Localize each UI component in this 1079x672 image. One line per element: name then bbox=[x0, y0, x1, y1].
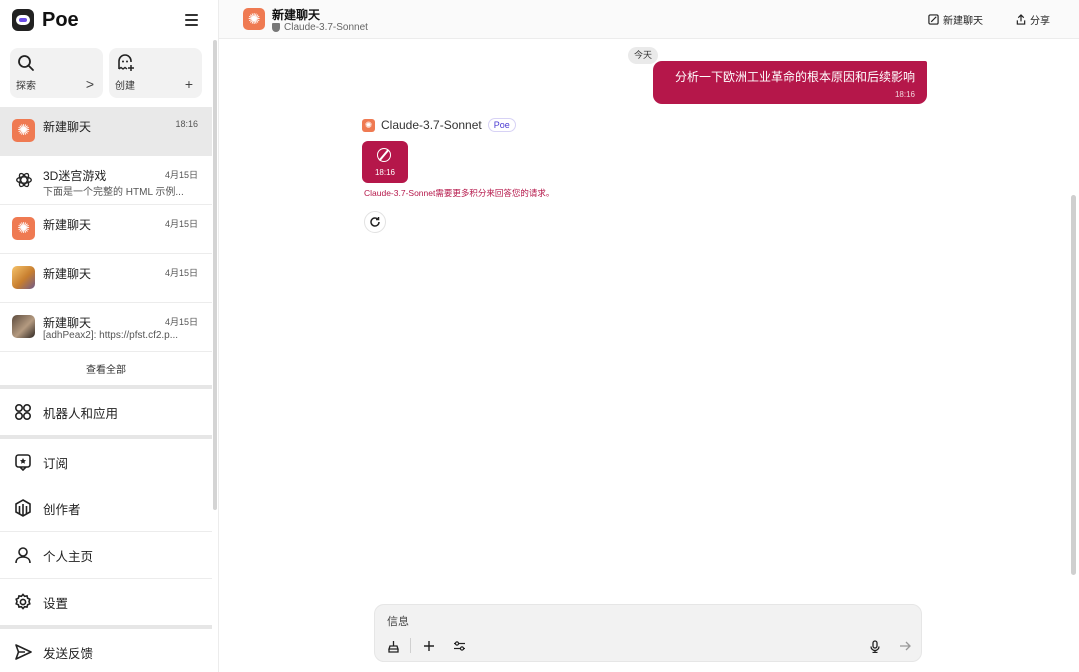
divider bbox=[218, 0, 219, 672]
sidebar-scrollbar[interactable] bbox=[213, 40, 217, 510]
menu-profile[interactable]: 个人主页 bbox=[0, 532, 212, 578]
chat-list: ✺ 新建聊天 18:16 3D迷宫游戏 下面是一个完整的 HTML 示例... … bbox=[0, 107, 212, 352]
user-message[interactable]: 分析一下欧洲工业革命的根本原因和后续影响 18:16 bbox=[653, 61, 927, 104]
chat-scrollbar[interactable] bbox=[1071, 195, 1076, 575]
search-icon bbox=[18, 55, 34, 71]
menu-label: 机器人和应用 bbox=[43, 406, 119, 421]
menu-label: 个人主页 bbox=[43, 549, 94, 564]
creators-icon bbox=[14, 499, 32, 517]
app-name: Poe bbox=[42, 8, 79, 31]
user-icon bbox=[14, 546, 32, 564]
retry-button[interactable] bbox=[364, 211, 386, 233]
menu-label: 订阅 bbox=[43, 456, 69, 471]
page-title: 新建聊天 bbox=[272, 8, 321, 22]
message-time: 18:16 bbox=[894, 90, 915, 99]
menu-label: 设置 bbox=[43, 596, 69, 611]
chat-item[interactable]: 3D迷宫游戏 下面是一个完整的 HTML 示例... 4月15日 bbox=[0, 156, 212, 205]
new-chat-label: 新建聊天 bbox=[943, 16, 983, 27]
chat-title: 新建聊天 bbox=[43, 267, 92, 281]
quick-actions: 探索 > 创建 + bbox=[0, 40, 212, 106]
chat-time: 4月15日 bbox=[164, 268, 198, 278]
gear-icon bbox=[14, 593, 32, 611]
see-all-link[interactable]: 查看全部 bbox=[0, 352, 212, 385]
menu-settings[interactable]: 设置 bbox=[0, 579, 212, 625]
chat-time: 4月15日 bbox=[164, 317, 198, 327]
shield-icon bbox=[272, 23, 280, 32]
sidebar: Poe 探索 > 创建 + ✺ 新建聊天 18:16 3D迷宫游戏 下面是一个完… bbox=[0, 0, 212, 672]
menu-label: 发送反馈 bbox=[43, 646, 94, 661]
subscribe-icon bbox=[14, 453, 32, 471]
chat-title: 新建聊天 bbox=[43, 218, 92, 232]
date-divider: 今天 bbox=[628, 47, 659, 64]
menu-bots-apps[interactable]: 机器人和应用 bbox=[0, 389, 212, 435]
chat-preview: [adhPeax2]: https://pfst.cf2.p... bbox=[43, 330, 179, 341]
menu-feedback[interactable]: 发送反馈 bbox=[0, 629, 212, 672]
share-icon bbox=[1016, 14, 1026, 25]
chat-item[interactable]: 新建聊天 4月15日 bbox=[0, 254, 212, 303]
message-input[interactable] bbox=[387, 613, 887, 631]
poe-badge: Poe bbox=[487, 118, 516, 132]
chatgpt-icon bbox=[12, 168, 35, 191]
menu-creators[interactable]: 创作者 bbox=[0, 485, 212, 531]
edit-icon bbox=[928, 14, 939, 25]
message-composer bbox=[374, 604, 922, 662]
share-button[interactable]: 分享 bbox=[1016, 12, 1050, 27]
chat-item[interactable]: 新建聊天 [adhPeax2]: https://pfst.cf2.p... 4… bbox=[0, 303, 212, 352]
send-icon bbox=[14, 643, 32, 661]
create-bot-icon bbox=[118, 54, 134, 71]
clear-context-icon[interactable] bbox=[384, 637, 402, 655]
share-label: 分享 bbox=[1030, 16, 1050, 27]
new-chat-button[interactable]: 新建聊天 bbox=[928, 12, 983, 27]
plus-icon[interactable] bbox=[420, 637, 438, 655]
user-message-text: 分析一下欧洲工业革命的根本原因和后续影响 bbox=[674, 70, 915, 84]
error-text: Claude-3.7-Sonnet需要更多积分来回答您的请求。 bbox=[364, 188, 555, 198]
chat-time: 4月15日 bbox=[164, 219, 198, 229]
menu-label: 创作者 bbox=[43, 502, 81, 517]
plus-icon: + bbox=[184, 76, 193, 92]
bot-header: ✺ Claude-3.7-Sonnet Poe bbox=[362, 118, 516, 132]
microphone-icon[interactable] bbox=[866, 637, 884, 655]
bot-name[interactable]: Claude-3.7-Sonnet bbox=[381, 118, 482, 132]
prohibited-icon bbox=[377, 148, 391, 162]
claude-icon: ✺ bbox=[12, 119, 35, 142]
chat-item[interactable]: ✺ 新建聊天 18:16 bbox=[0, 107, 212, 156]
options-icon[interactable] bbox=[450, 637, 468, 655]
chat-header: ✺ 新建聊天 Claude-3.7-Sonnet 新建聊天 分享 bbox=[219, 0, 1079, 39]
chevron-right-icon: > bbox=[85, 76, 94, 92]
explore-button[interactable]: 探索 > bbox=[10, 48, 103, 98]
send-button-icon[interactable] bbox=[896, 637, 914, 655]
divider bbox=[410, 638, 411, 653]
bot-name-link[interactable]: Claude-3.7-Sonnet bbox=[272, 22, 368, 33]
bot-error-message[interactable]: 18:16 bbox=[362, 141, 408, 183]
logo-row: Poe bbox=[0, 0, 212, 40]
claude-icon: ✺ bbox=[362, 118, 375, 132]
chat-title: 新建聊天 bbox=[43, 120, 92, 134]
claude-icon: ✺ bbox=[12, 217, 35, 240]
create-label: 创建 bbox=[115, 81, 135, 92]
bot-picture-icon bbox=[12, 315, 35, 338]
chat-time: 4月15日 bbox=[164, 170, 198, 180]
menu-subscribe[interactable]: 订阅 bbox=[0, 439, 212, 485]
poe-logo-icon bbox=[12, 9, 34, 31]
chat-preview: 下面是一个完整的 HTML 示例... bbox=[43, 187, 184, 198]
refresh-icon bbox=[370, 217, 380, 227]
grid-icon bbox=[14, 403, 32, 421]
bot-picture-icon bbox=[12, 266, 35, 289]
message-time: 18:16 bbox=[374, 168, 396, 177]
claude-icon: ✺ bbox=[243, 8, 265, 30]
bot-name: Claude-3.7-Sonnet bbox=[284, 22, 368, 33]
chat-item[interactable]: ✺ 新建聊天 4月15日 bbox=[0, 205, 212, 254]
chat-title: 新建聊天 bbox=[43, 316, 92, 330]
chat-time: 18:16 bbox=[175, 119, 198, 129]
create-bot-button[interactable]: 创建 + bbox=[109, 48, 202, 98]
menu-icon[interactable] bbox=[185, 14, 198, 26]
explore-label: 探索 bbox=[16, 81, 36, 92]
chat-title: 3D迷宫游戏 bbox=[43, 169, 107, 183]
